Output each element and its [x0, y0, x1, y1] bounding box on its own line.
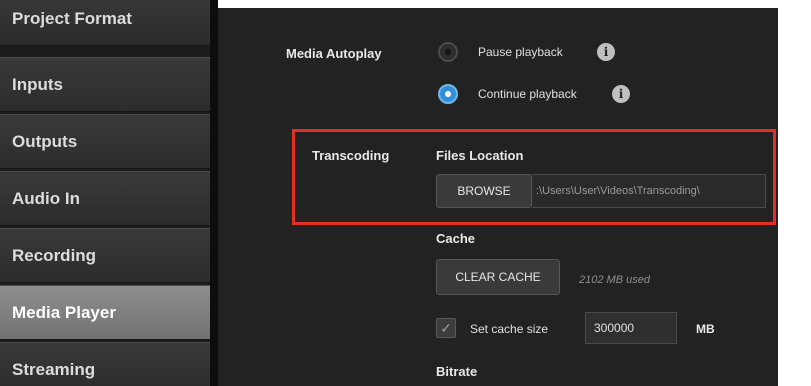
- pause-playback-label: Pause playback: [478, 45, 563, 59]
- sidebar-item-label: Outputs: [12, 131, 78, 151]
- cache-label: Cache: [436, 231, 476, 246]
- checkmark-icon: ✓: [440, 319, 452, 336]
- set-cache-size-checkbox[interactable]: ✓: [436, 318, 456, 338]
- sidebar-item-label: Media Player: [12, 302, 116, 322]
- cache-used-text: 2102 MB used: [579, 274, 650, 286]
- sidebar-item-project-format[interactable]: Project Format: [0, 0, 210, 46]
- set-cache-size-label: Set cache size: [470, 322, 549, 336]
- continue-playback-label: Continue playback: [478, 87, 577, 101]
- sidebar-item-label: Inputs: [12, 74, 63, 94]
- files-location-label: Files Location: [436, 148, 524, 163]
- settings-sidebar: Project Format Inputs Outputs Audio In R…: [0, 0, 210, 386]
- sidebar-item-outputs[interactable]: Outputs: [0, 114, 210, 169]
- sidebar-item-audio-in[interactable]: Audio In: [0, 171, 210, 226]
- sidebar-item-label: Project Format: [12, 8, 132, 28]
- sidebar-item-media-player[interactable]: Media Player: [0, 285, 210, 340]
- bitrate-label: Bitrate: [436, 364, 478, 379]
- sidebar-item-streaming[interactable]: Streaming: [0, 342, 210, 386]
- panel-top-edge: [218, 0, 778, 8]
- continue-playback-radio[interactable]: [438, 84, 458, 104]
- sidebar-item-label: Recording: [12, 245, 97, 265]
- sidebar-item-inputs[interactable]: Inputs: [0, 57, 210, 112]
- pause-playback-radio[interactable]: [438, 42, 458, 62]
- clear-cache-button[interactable]: CLEAR CACHE: [436, 259, 560, 295]
- panel-divider: [210, 0, 218, 386]
- media-autoplay-label: Media Autoplay: [286, 46, 382, 61]
- cache-size-unit: MB: [696, 322, 715, 336]
- browse-button[interactable]: BROWSE: [436, 174, 532, 208]
- cache-size-input[interactable]: 300000: [585, 312, 677, 344]
- sidebar-item-label: Audio In: [12, 188, 80, 208]
- sidebar-item-recording[interactable]: Recording: [0, 228, 210, 283]
- info-icon[interactable]: i: [597, 43, 615, 61]
- settings-window: Project Format Inputs Outputs Audio In R…: [0, 0, 811, 386]
- files-location-path-field[interactable]: :\Users\User\Videos\Transcoding\: [532, 174, 766, 208]
- sidebar-item-label: Streaming: [12, 359, 96, 379]
- transcoding-label: Transcoding: [312, 148, 390, 163]
- info-icon[interactable]: i: [612, 85, 630, 103]
- window-margin: [778, 0, 811, 386]
